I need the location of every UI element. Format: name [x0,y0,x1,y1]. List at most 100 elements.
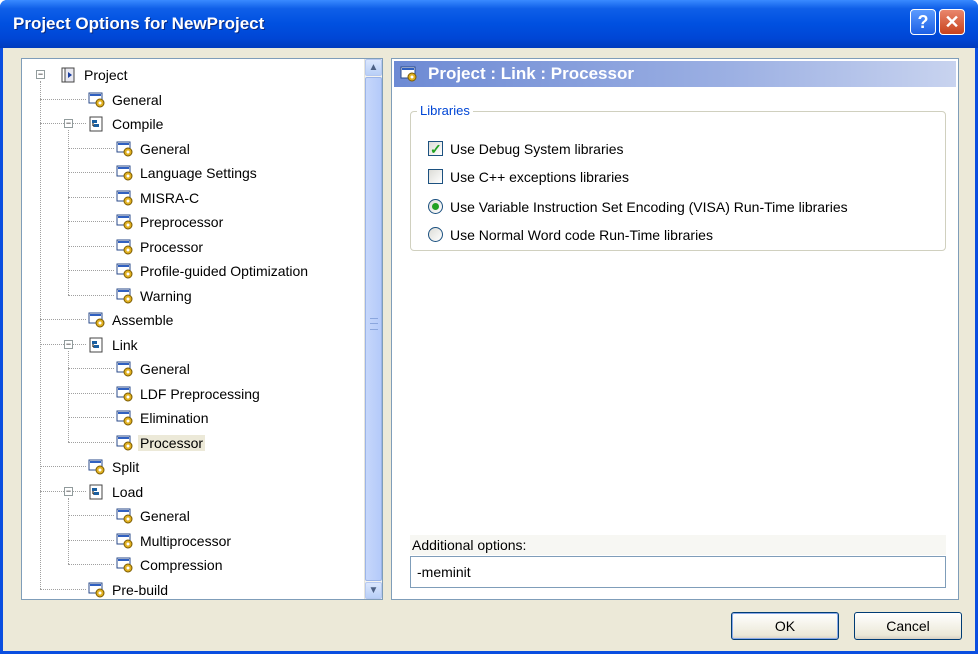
tree-item[interactable]: General [88,88,164,110]
collapse-toggle-icon[interactable]: − [64,119,73,128]
additional-options-label: Additional options: [410,535,946,555]
tree-item[interactable]: LDF Preprocessing [116,382,262,404]
checkmark-icon: ✓ [430,141,442,157]
folder-node-icon [88,484,106,500]
settings-panel: Project : Link : Processor Libraries ✓ U… [391,58,959,600]
settings-page-icon [116,190,134,206]
ok-button[interactable]: OK [731,612,839,640]
tree-item[interactable]: Language Settings [116,161,259,183]
checkbox-box[interactable] [428,169,443,184]
project-icon [60,67,78,83]
tree-item-label: Multiprocessor [140,532,232,549]
scroll-up-arrow-icon[interactable]: ▲ [365,59,382,76]
tree-connector-line [68,564,114,565]
additional-options-input[interactable]: -meminit [410,556,946,588]
tree-item-label: Split [112,459,140,476]
scrollbar-grip-icon [370,318,378,330]
settings-page-icon [88,459,106,475]
collapse-toggle-icon[interactable]: − [36,70,45,79]
tree-item-label: Project [84,67,128,84]
collapse-toggle-icon[interactable]: − [64,486,73,496]
cancel-button[interactable]: Cancel [854,612,962,640]
option-label: Use C++ exceptions libraries [450,169,629,185]
tree-item[interactable]: Preprocessor [116,210,225,232]
libraries-group-title: Libraries [417,103,473,118]
tree-connector-line [68,294,114,296]
close-button[interactable]: ✕ [939,9,965,35]
radio-button[interactable] [428,227,443,242]
tree-item[interactable]: Split [88,455,141,477]
tree-connector-line [68,392,114,394]
settings-page-icon [116,410,134,426]
tree-item[interactable]: Load [88,480,145,502]
settings-page-icon [88,312,106,328]
scroll-down-arrow-icon[interactable]: ▼ [365,582,382,599]
settings-page-icon [116,557,134,573]
tree-item[interactable]: General [116,137,192,159]
tree-item-label: Language Settings [140,165,257,182]
radio-button[interactable] [428,199,443,214]
help-button[interactable]: ? [910,9,936,35]
tree-item[interactable]: Elimination [116,406,210,428]
tree-connector-line [68,441,114,443]
tree-item-label: LDF Preprocessing [140,385,260,402]
tree-item-label: General [112,91,162,108]
settings-page-icon [116,508,134,524]
tree-item[interactable]: Multiprocessor [116,529,233,551]
tree-item[interactable]: Processor [116,235,205,257]
tree-connector-line [40,490,86,492]
tree-connector-line [40,588,86,590]
tree-item-label: Link [112,336,138,353]
tree-connector-line [40,81,41,589]
tree-item-label: General [140,140,190,157]
collapse-toggle-icon[interactable]: − [64,339,73,349]
tree-item[interactable]: Compression [116,553,224,575]
tree-item-label: Preprocessor [140,214,224,231]
tree-item[interactable]: MISRA-C [116,186,201,208]
tree-connector-line [40,319,86,320]
tree-connector-line [68,539,114,541]
tree-item-label: Compression [140,557,223,574]
tree-connector-line [68,497,69,564]
tree-item[interactable]: General [116,357,192,379]
tree-item[interactable]: Assemble [88,308,175,330]
tree-item-label: Compile [112,116,164,133]
folder-node-icon [88,337,106,353]
settings-page-icon [116,435,134,451]
tree-item[interactable]: Compile [88,112,165,134]
panel-header: Project : Link : Processor [394,61,956,87]
tree-item[interactable]: Link [88,333,140,355]
option-label: Use Debug System libraries [450,141,624,157]
tree-item-label: Processor [138,434,206,451]
tree-connector-line [40,123,86,124]
tree-item-label: MISRA-C [140,189,200,206]
tree-item-label: Assemble [112,312,174,329]
settings-page-icon [116,386,134,402]
folder-node-icon [88,116,106,132]
tree-connector-line [40,466,86,467]
tree-item[interactable]: Pre-build [88,578,170,600]
tree-item-label: General [140,508,190,525]
settings-page-icon [116,165,134,181]
tree-scrollbar[interactable]: ▲ ▼ [364,59,382,599]
checkbox-box[interactable]: ✓ [428,141,443,157]
scrollbar-thumb[interactable] [365,77,382,581]
settings-page-icon [116,214,134,230]
tree-connector-line [68,350,69,442]
settings-page-icon [116,361,134,377]
tree-connector-line [68,172,114,173]
tree-item[interactable]: Profile-guided Optimization [116,259,310,281]
settings-page-icon [88,582,106,598]
options-tree-panel: − Project General − Compile General Language S… [21,58,383,600]
tree-item[interactable]: Project [60,63,130,85]
option-label: Use Normal Word code Run-Time libraries [450,227,713,243]
tree-item[interactable]: Warning [116,284,194,306]
tree-item[interactable]: Processor [116,431,206,453]
settings-page-icon [116,263,134,279]
tree-item[interactable]: General [116,504,192,526]
tree-connector-line [68,147,114,149]
settings-page-icon [116,141,134,157]
tree-item-label: Processor [140,238,204,255]
tree-connector-line [40,343,86,345]
title-bar[interactable]: Project Options for NewProject ? ✕ [0,0,978,48]
